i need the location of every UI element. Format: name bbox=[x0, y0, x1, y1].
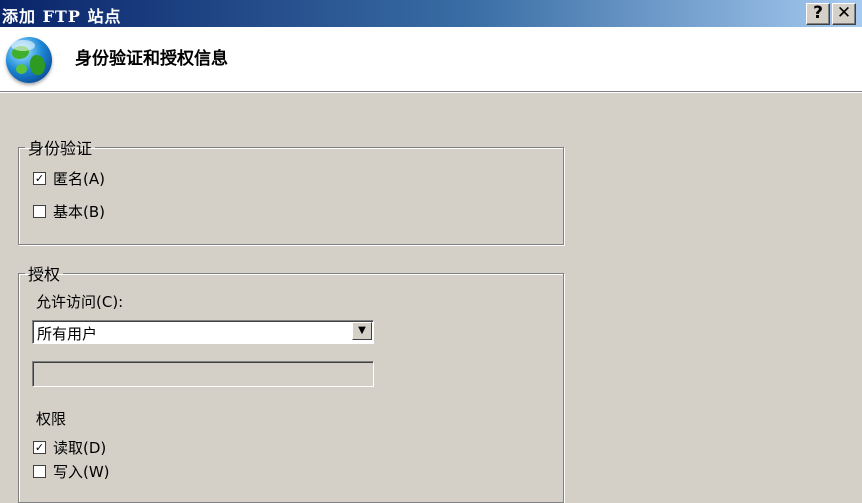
anonymous-label[interactable]: 匿名(A) bbox=[53, 168, 105, 189]
authentication-legend: 身份验证 bbox=[28, 139, 93, 158]
anonymous-checkbox[interactable]: ✓ bbox=[33, 172, 46, 185]
basic-checkbox[interactable] bbox=[33, 205, 46, 218]
user-input bbox=[32, 361, 374, 387]
anonymous-checkbox-row[interactable]: ✓ 匿名(A) bbox=[33, 168, 105, 189]
write-label[interactable]: 写入(W) bbox=[53, 461, 110, 482]
read-label[interactable]: 读取(D) bbox=[53, 437, 106, 458]
close-button[interactable]: ✕ bbox=[832, 3, 856, 25]
title-bar: 添加 FTP 站点 ? ✕ bbox=[0, 0, 862, 27]
allow-access-label: 允许访问(C): bbox=[36, 293, 124, 311]
write-checkbox[interactable] bbox=[33, 465, 46, 478]
basic-label[interactable]: 基本(B) bbox=[53, 201, 105, 222]
help-button[interactable]: ? bbox=[806, 3, 830, 25]
authorization-legend: 授权 bbox=[28, 265, 61, 284]
chevron-down-icon[interactable]: ▼ bbox=[352, 322, 372, 340]
authentication-group: 身份验证 bbox=[18, 135, 564, 245]
allow-access-value: 所有用户 bbox=[37, 325, 98, 343]
read-checkbox[interactable]: ✓ bbox=[33, 441, 46, 454]
wizard-header: 身份验证和授权信息 bbox=[0, 27, 862, 93]
page-title: 身份验证和授权信息 bbox=[75, 49, 228, 69]
globe-icon bbox=[6, 37, 52, 83]
allow-access-select[interactable]: 所有用户 ▼ bbox=[32, 320, 374, 344]
basic-checkbox-row[interactable]: 基本(B) bbox=[33, 201, 105, 222]
read-checkbox-row[interactable]: ✓ 读取(D) bbox=[33, 437, 106, 458]
permissions-label: 权限 bbox=[36, 410, 67, 428]
window-title: 添加 FTP 站点 bbox=[2, 7, 122, 26]
write-checkbox-row[interactable]: 写入(W) bbox=[33, 461, 110, 482]
